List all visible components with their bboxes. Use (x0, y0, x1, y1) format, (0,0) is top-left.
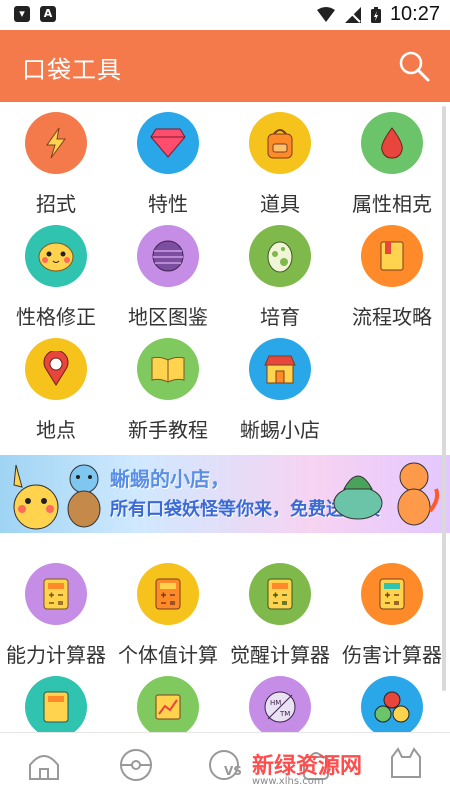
menu-item-moves[interactable]: 招式 (0, 112, 112, 217)
bottom-nav: VS (0, 732, 450, 800)
calculator-icon (249, 563, 311, 625)
menu-label: 性格修正 (16, 305, 96, 329)
battery-icon (370, 6, 381, 23)
open-book-icon (137, 338, 199, 400)
banner-title: 蜥蜴的小店， (110, 467, 230, 491)
a-notification-icon: A (40, 6, 56, 22)
menu-label: 特性 (148, 192, 188, 216)
versus-icon[interactable]: VS (206, 745, 246, 785)
menu-label: 蜥蜴小店 (240, 418, 320, 442)
flame-drop-icon (361, 112, 423, 174)
squirtle-illustration (67, 464, 101, 528)
hm-tm-icon: HM TM (249, 676, 311, 738)
pikachu-face-icon (25, 225, 87, 287)
menu-label: 招式 (36, 192, 76, 216)
pokeball-icon[interactable] (116, 745, 156, 785)
planet-icon (137, 225, 199, 287)
svg-text:HM: HM (270, 699, 281, 707)
menu-item-abilities[interactable]: 特性 (112, 112, 224, 217)
menu-label: 伤害计算器 (342, 643, 442, 667)
menu-label: 个体值计算 (118, 643, 218, 667)
map-pin-icon (25, 338, 87, 400)
menu-item-type-chart[interactable]: 属性相克 (336, 112, 448, 217)
menu-item-stat-calculator[interactable]: 能力计算器 (0, 563, 112, 668)
menu-item-region-dex[interactable]: 地区图鉴 (112, 225, 224, 330)
search-icon[interactable] (396, 48, 432, 84)
wifi-icon (316, 6, 335, 22)
calculator-icon (25, 563, 87, 625)
cat-profile-icon[interactable] (386, 745, 426, 785)
chart-icon (137, 676, 199, 738)
lightning-icon (25, 112, 87, 174)
signal-icon (344, 6, 361, 23)
menu-label: 新手教程 (128, 418, 208, 442)
promo-banner[interactable]: 蜥蜴的小店， 所有口袋妖怪等你来，免费送道具 (0, 455, 450, 533)
menu-item-nature[interactable]: 性格修正 (0, 225, 112, 330)
menu-label: 流程攻略 (352, 305, 432, 329)
svg-text:TM: TM (279, 710, 290, 718)
shop-icon (249, 338, 311, 400)
watermark: 新绿资源网 www.xlhs.com (252, 748, 362, 787)
menu-item-items[interactable]: 道具 (224, 112, 336, 217)
menu-item-types[interactable] (336, 676, 448, 738)
menu-item-damage-calculator[interactable]: 伤害计算器 (336, 563, 448, 668)
menu-item-locations[interactable]: 地点 (0, 338, 112, 443)
menu-item-iv-calculator[interactable]: 个体值计算 (112, 563, 224, 668)
menu-item-hm-tm[interactable]: HM TM (224, 676, 336, 738)
menu-label: 地区图鉴 (128, 305, 208, 329)
calculator-icon (25, 676, 87, 738)
egg-icon (249, 225, 311, 287)
menu-item-hidden-power-calculator[interactable]: 觉醒计算器 (224, 563, 336, 668)
calculator-icon (137, 563, 199, 625)
menu-label: 属性相克 (352, 192, 432, 216)
charmander-illustration (397, 462, 440, 526)
app-bar: 口袋工具 (0, 30, 450, 102)
pikachu-illustration (13, 464, 59, 530)
menu-item-lizard-shop[interactable]: 蜥蜴小店 (224, 338, 336, 443)
menu-item-chart[interactable] (112, 676, 224, 738)
shield-notification-icon: ▾ (14, 6, 30, 22)
backpack-icon (249, 112, 311, 174)
menu-item-walkthrough[interactable]: 流程攻略 (336, 225, 448, 330)
book-icon (361, 225, 423, 287)
menu-label: 觉醒计算器 (230, 643, 330, 667)
bulbasaur-illustration (333, 475, 383, 520)
calculator-icon (361, 563, 423, 625)
menu-label: 道具 (260, 192, 300, 216)
three-dots-icon (361, 676, 423, 738)
gem-icon (137, 112, 199, 174)
svg-text:VS: VS (224, 764, 242, 778)
menu-label: 培育 (260, 305, 300, 329)
menu-label: 能力计算器 (6, 643, 106, 667)
status-bar: ▾ A 10:27 (0, 0, 450, 30)
menu-label: 地点 (36, 418, 76, 442)
menu-item-calculator-5[interactable] (0, 676, 112, 738)
home-icon[interactable] (24, 745, 64, 785)
menu-item-tutorial[interactable]: 新手教程 (112, 338, 224, 443)
page-title: 口袋工具 (22, 56, 122, 84)
menu-item-breeding[interactable]: 培育 (224, 225, 336, 330)
scrollbar[interactable] (442, 106, 446, 691)
status-time: 10:27 (389, 3, 440, 25)
